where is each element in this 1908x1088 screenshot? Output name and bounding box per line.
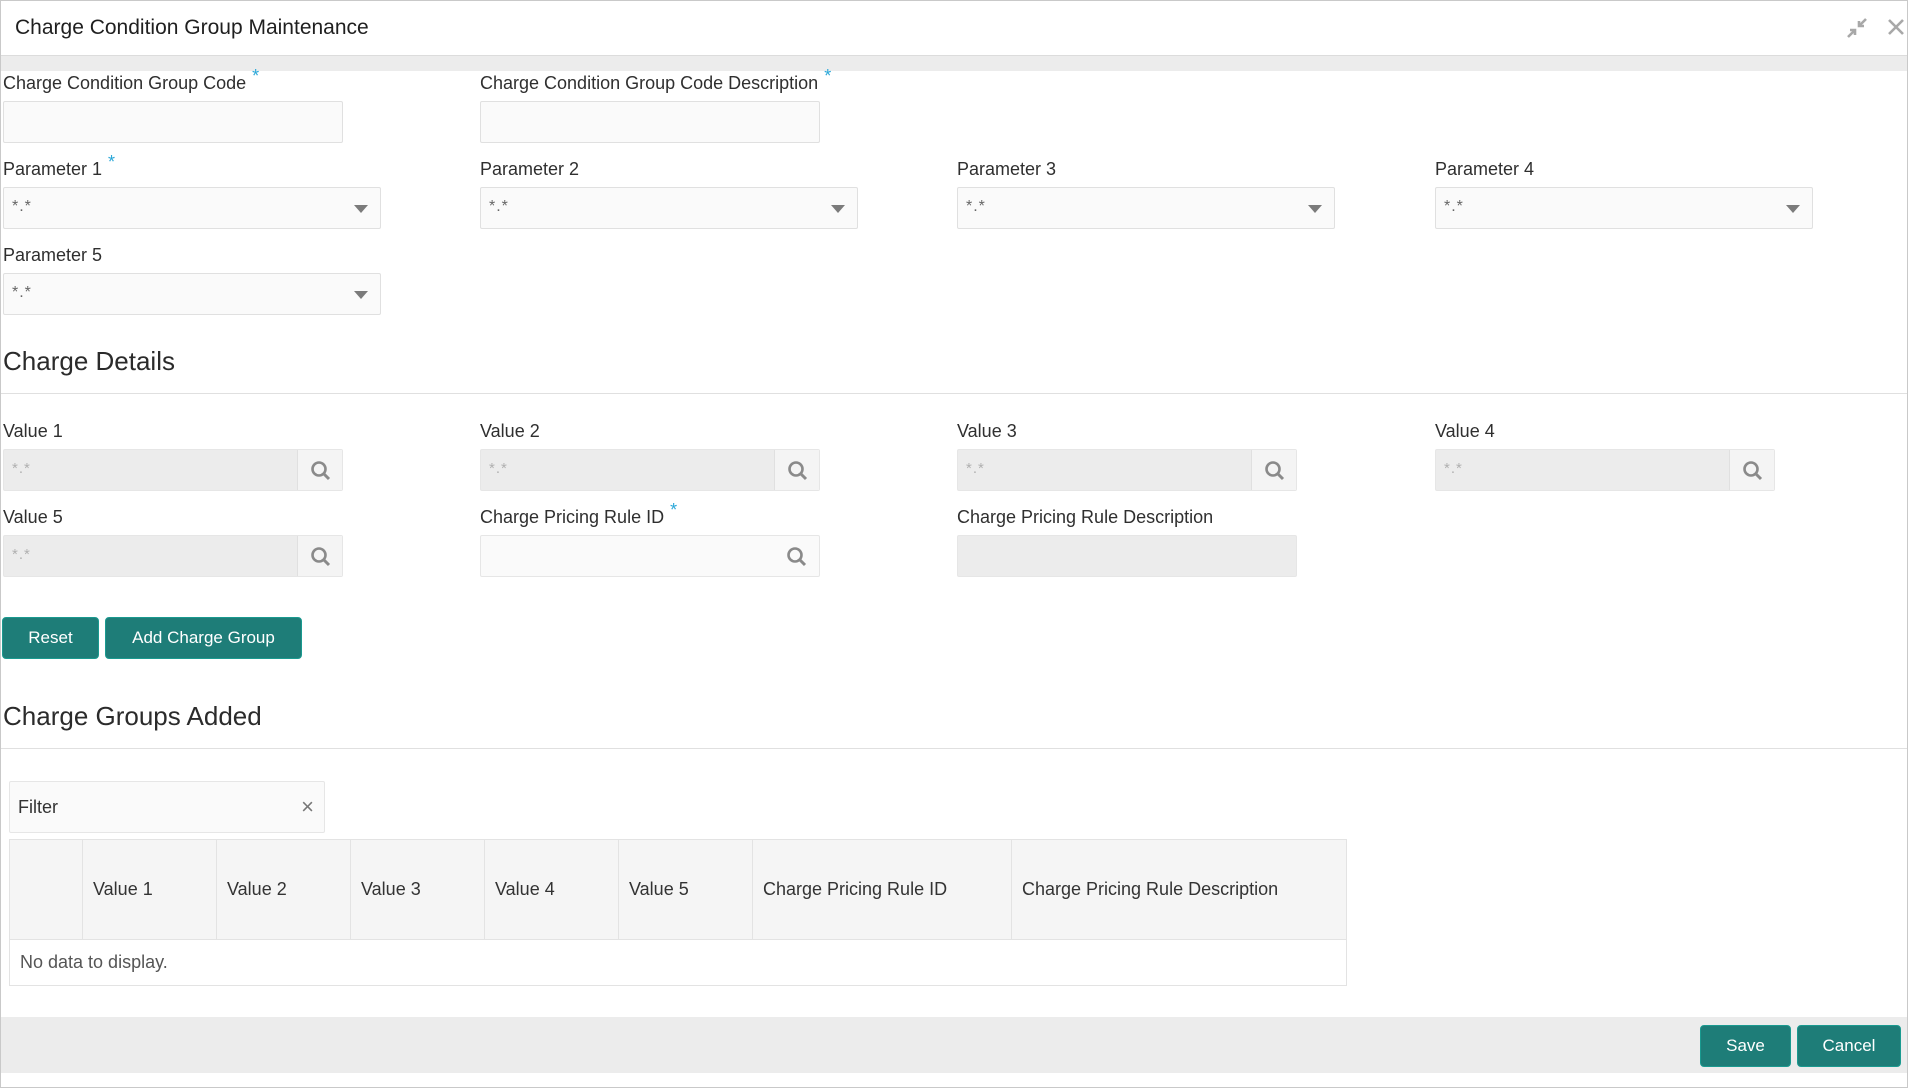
clear-filter-icon[interactable]: × — [301, 794, 314, 820]
selected-value: *.* — [1444, 198, 1464, 215]
search-button[interactable] — [774, 450, 819, 490]
search-button[interactable] — [297, 450, 342, 490]
selected-value: *.* — [489, 198, 509, 215]
value-1-label: Value 1 — [3, 421, 63, 441]
chevron-down-icon — [831, 205, 845, 213]
value-1-input[interactable]: *.* — [3, 449, 343, 491]
minimize-icon[interactable] — [1846, 17, 1868, 39]
search-button[interactable] — [1251, 450, 1296, 490]
placeholder: *.* — [489, 460, 508, 477]
parameter-2-label: Parameter 2 — [480, 159, 580, 179]
chevron-down-icon — [1786, 205, 1800, 213]
search-button[interactable] — [297, 536, 342, 576]
chevron-down-icon — [354, 205, 368, 213]
column-header-pricing-rule-description[interactable]: Charge Pricing Rule Description — [1011, 839, 1347, 940]
pricing-rule-description-label: Charge Pricing Rule Description — [957, 507, 1214, 527]
selected-value: *.* — [12, 284, 32, 301]
chevron-down-icon — [354, 291, 368, 299]
table-header-row: Value 1 Value 2 Value 3 Value 4 Value 5 … — [9, 839, 1347, 940]
parameter-2-select[interactable]: *.* — [480, 187, 858, 229]
search-button[interactable] — [774, 536, 819, 576]
value-5-input[interactable]: *.* — [3, 535, 343, 577]
parameter-1-label: Parameter 1 * — [3, 152, 116, 179]
value-4-input[interactable]: *.* — [1435, 449, 1775, 491]
group-code-input[interactable] — [3, 101, 343, 143]
search-button[interactable] — [1729, 450, 1774, 490]
empty-message: No data to display. — [9, 939, 1347, 986]
parameter-5-label: Parameter 5 — [3, 245, 103, 265]
value-2-label: Value 2 — [480, 421, 540, 441]
placeholder: *.* — [12, 460, 31, 477]
selected-value: *.* — [12, 198, 32, 215]
parameter-1-select[interactable]: *.* — [3, 187, 381, 229]
close-icon[interactable] — [1886, 17, 1908, 39]
group-code-description-label: Charge Condition Group Code Description * — [480, 66, 832, 93]
column-header-pricing-rule-id[interactable]: Charge Pricing Rule ID — [752, 839, 1012, 940]
empty-row: No data to display. — [9, 939, 1347, 986]
search-icon — [787, 547, 807, 567]
search-icon — [1265, 461, 1285, 481]
placeholder: *.* — [12, 546, 31, 563]
search-icon — [311, 461, 331, 481]
filter-input[interactable]: Filter × — [9, 781, 325, 833]
required-asterisk: * — [670, 500, 678, 520]
value-5-label: Value 5 — [3, 507, 63, 527]
parameter-4-select[interactable]: *.* — [1435, 187, 1813, 229]
dialog-window: Charge Condition Group Maintenance Charg… — [0, 0, 1908, 1088]
column-header-value-2[interactable]: Value 2 — [216, 839, 351, 940]
value-3-label: Value 3 — [957, 421, 1017, 441]
pricing-rule-id-label: Charge Pricing Rule ID * — [480, 500, 678, 527]
group-code-label: Charge Condition Group Code * — [3, 66, 260, 93]
parameter-5-select[interactable]: *.* — [3, 273, 381, 315]
chevron-down-icon — [1308, 205, 1322, 213]
column-header-value-1[interactable]: Value 1 — [82, 839, 217, 940]
title-bar: Charge Condition Group Maintenance — [1, 1, 1907, 56]
filter-placeholder: Filter — [18, 797, 58, 817]
column-header-value-3[interactable]: Value 3 — [350, 839, 485, 940]
pricing-rule-id-input[interactable] — [480, 535, 820, 577]
required-asterisk: * — [108, 152, 116, 172]
save-button[interactable]: Save — [1700, 1025, 1791, 1067]
placeholder: *.* — [1444, 460, 1463, 477]
parameter-4-label: Parameter 4 — [1435, 159, 1535, 179]
value-2-input[interactable]: *.* — [480, 449, 820, 491]
required-asterisk: * — [252, 66, 260, 86]
title-separator — [1, 56, 1907, 71]
reset-button[interactable]: Reset — [2, 617, 99, 659]
section-divider — [1, 393, 1907, 394]
search-icon — [788, 461, 808, 481]
search-icon — [1743, 461, 1763, 481]
footer-bar: Save Cancel — [1, 1017, 1907, 1073]
column-header-select[interactable] — [9, 839, 83, 940]
parameter-3-label: Parameter 3 — [957, 159, 1057, 179]
group-code-description-input[interactable] — [480, 101, 820, 143]
value-4-label: Value 4 — [1435, 421, 1495, 441]
window-title: Charge Condition Group Maintenance — [15, 16, 369, 39]
charge-groups-added-heading: Charge Groups Added — [3, 701, 262, 731]
column-header-value-5[interactable]: Value 5 — [618, 839, 753, 940]
required-asterisk: * — [824, 66, 832, 86]
parameter-3-select[interactable]: *.* — [957, 187, 1335, 229]
charge-groups-table: Value 1 Value 2 Value 3 Value 4 Value 5 … — [9, 839, 1347, 986]
search-icon — [311, 547, 331, 567]
add-charge-group-button[interactable]: Add Charge Group — [105, 617, 302, 659]
placeholder: *.* — [966, 460, 985, 477]
pricing-rule-description-field — [957, 535, 1297, 577]
selected-value: *.* — [966, 198, 986, 215]
value-3-input[interactable]: *.* — [957, 449, 1297, 491]
charge-details-heading: Charge Details — [3, 346, 175, 376]
column-header-value-4[interactable]: Value 4 — [484, 839, 619, 940]
cancel-button[interactable]: Cancel — [1797, 1025, 1901, 1067]
section-divider — [1, 748, 1907, 749]
